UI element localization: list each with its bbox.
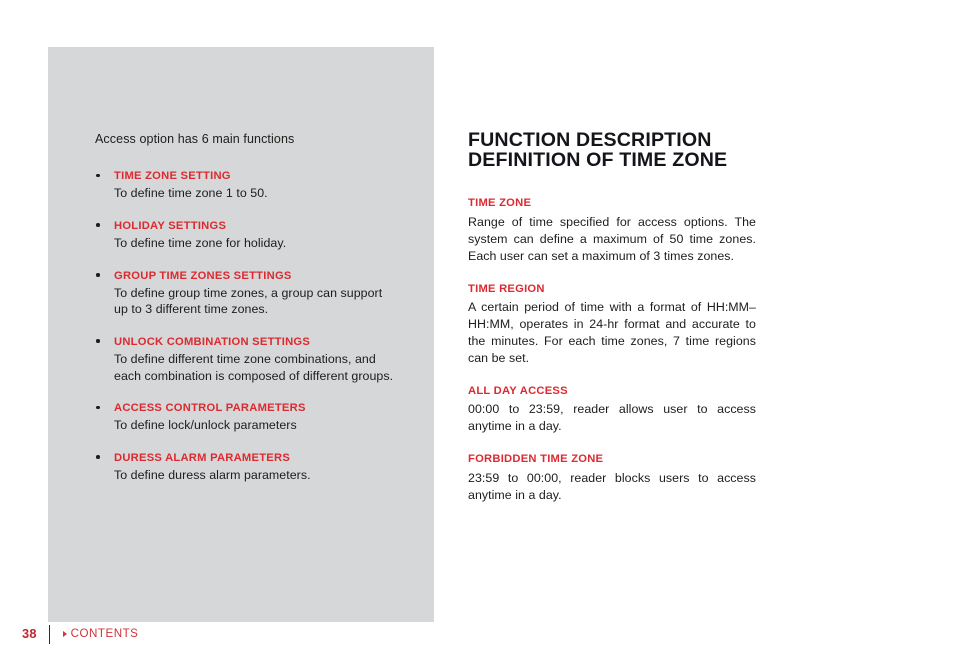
definition-section: TIME REGION A certain period of time wit…: [468, 282, 756, 367]
bullet-dot-icon: [96, 273, 100, 277]
list-item-body: To define time zone for holiday.: [114, 236, 287, 251]
definition-section: ALL DAY ACCESS 00:00 to 23:59, reader al…: [468, 384, 756, 435]
list-item-body: To define duress alarm parameters.: [114, 468, 311, 483]
list-item-body: To define time zone 1 to 50.: [114, 186, 268, 201]
intro-text: Access option has 6 main functions: [95, 132, 295, 146]
contents-link-label: CONTENTS: [70, 627, 139, 641]
list-item-title: TIME ZONE SETTING: [114, 170, 231, 183]
bullet-dot-icon: [96, 339, 100, 343]
page-footer: 38 CONTENTS: [22, 624, 138, 644]
list-item-title: DURESS ALARM PARAMETERS: [114, 451, 291, 464]
triangle-right-icon: [62, 631, 67, 637]
bullet-dot-icon: [96, 405, 100, 410]
left-column: Access option has 6 main functions TIME …: [95, 130, 395, 484]
bullet-dot-icon: [96, 223, 100, 227]
contents-link[interactable]: CONTENTS: [62, 627, 139, 641]
list-item: TIME ZONE SETTING To define time zone 1 …: [95, 168, 395, 202]
definition-title: FORBIDDEN TIME ZONE: [468, 453, 604, 466]
definition-title: TIME ZONE: [468, 197, 532, 210]
list-item-title: ACCESS CONTROL PARAMETERS: [114, 402, 306, 415]
definition-section: TIME ZONE Range of time specified for ac…: [468, 196, 756, 264]
definition-section: FORBIDDEN TIME ZONE 23:59 to 00:00, read…: [468, 452, 756, 503]
definition-body: A certain period of time with a format o…: [468, 300, 756, 365]
footer-divider: [48, 624, 50, 644]
list-item: GROUP TIME ZONES SETTINGS To define grou…: [95, 268, 395, 318]
list-item-title: HOLIDAY SETTINGS: [114, 219, 227, 232]
list-item: ACCESS CONTROL PARAMETERS To define lock…: [95, 400, 395, 434]
definition-title: TIME REGION: [468, 282, 545, 295]
bullet-dot-icon: [96, 455, 100, 459]
list-item: DURESS ALARM PARAMETERS To define duress…: [95, 450, 395, 484]
page-title-line-2: DEFINITION OF TIME ZONE: [468, 149, 728, 172]
list-item-body: To define different time zone combinatio…: [114, 352, 394, 383]
bullet-dot-icon: [96, 173, 100, 178]
list-item-title: UNLOCK COMBINATION SETTINGS: [114, 335, 311, 348]
page-title-line-1: FUNCTION DESCRIPTION: [468, 129, 712, 151]
page-number: 38: [22, 625, 37, 641]
definition-body: Range of time specified for access optio…: [468, 215, 756, 263]
definition-body: 23:59 to 00:00, reader blocks users to a…: [468, 470, 756, 502]
definition-body: 00:00 to 23:59, reader allows user to ac…: [468, 402, 756, 434]
list-item-body: To define lock/unlock parameters: [114, 418, 297, 433]
right-column: FUNCTION DESCRIPTION DEFINITION OF TIME …: [468, 130, 756, 503]
page-title: FUNCTION DESCRIPTION DEFINITION OF TIME …: [468, 129, 756, 172]
list-item: UNLOCK COMBINATION SETTINGS To define di…: [95, 334, 395, 384]
list-item: HOLIDAY SETTINGS To define time zone for…: [95, 218, 395, 252]
list-item-body: To define group time zones, a group can …: [114, 285, 383, 317]
definition-title: ALL DAY ACCESS: [468, 384, 568, 397]
list-item-title: GROUP TIME ZONES SETTINGS: [114, 269, 292, 282]
